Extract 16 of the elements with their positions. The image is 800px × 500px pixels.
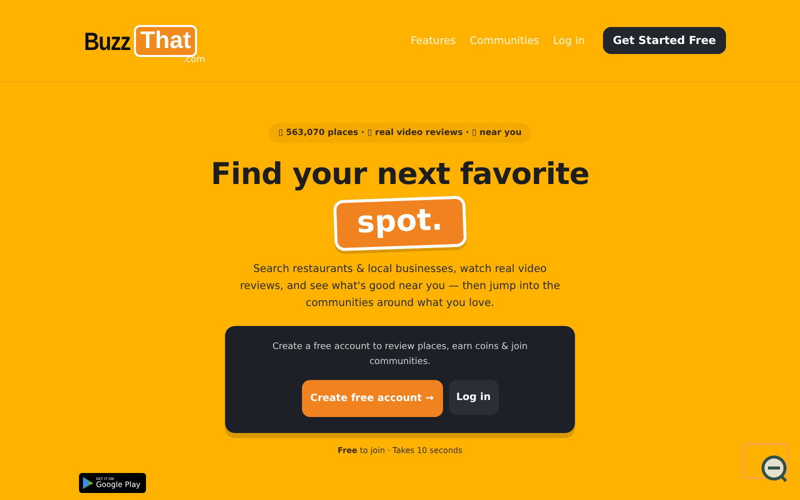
logo-suffix: .com	[183, 54, 206, 64]
highlight-label: spot.	[333, 196, 467, 252]
stats-badge: ▯ 563,070 places · ▯ real video reviews · ▯ near you	[269, 123, 531, 143]
signup-note: Free to join · Takes 10 seconds	[338, 446, 462, 455]
login-button[interactable]: Log in	[448, 380, 498, 415]
logo-bubble: That	[134, 24, 197, 56]
play-icon	[83, 477, 93, 489]
nav-link[interactable]: Features	[410, 34, 456, 46]
hero-subtitle: Search restaurants & local businesses, watch real video reviews, and see what's good near you — then jump into the communities around what you love.	[238, 262, 562, 311]
create-account-button[interactable]: Create free account →	[302, 380, 442, 417]
hero-title: Find your next favorite	[210, 157, 590, 192]
signup-text: Create a free account to review places, earn coins & join communities.	[271, 341, 529, 369]
nav-link[interactable]: Communities	[470, 34, 540, 46]
nav-link[interactable]: Log in	[553, 34, 585, 46]
get-started-button[interactable]: Get Started Free	[602, 27, 726, 54]
logo-text: Buzz	[84, 28, 130, 56]
